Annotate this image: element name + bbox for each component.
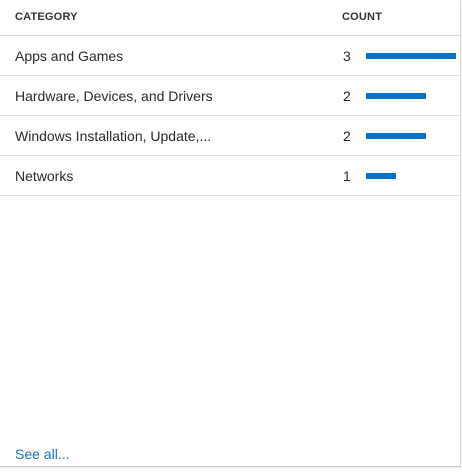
table-row[interactable]: Windows Installation, Update,... 2 bbox=[0, 116, 460, 156]
category-label: Windows Installation, Update,... bbox=[15, 128, 212, 144]
count-bar-fill bbox=[366, 53, 456, 59]
category-column-header: CATEGORY bbox=[15, 11, 78, 23]
table-row[interactable]: Networks 1 bbox=[0, 156, 460, 196]
category-label: Hardware, Devices, and Drivers bbox=[15, 88, 213, 104]
category-label: Apps and Games bbox=[15, 48, 124, 64]
count-bar bbox=[366, 133, 456, 139]
count-value: 2 bbox=[343, 128, 351, 144]
count-bar bbox=[366, 93, 456, 99]
count-bar-fill bbox=[366, 173, 396, 179]
count-bar bbox=[366, 173, 456, 179]
table-row[interactable]: Apps and Games 3 bbox=[0, 36, 460, 76]
count-bar bbox=[366, 53, 456, 59]
count-value: 2 bbox=[343, 88, 351, 104]
count-bar-fill bbox=[366, 93, 426, 99]
category-count-panel: CATEGORY COUNT Apps and Games 3 Hardware… bbox=[0, 0, 461, 467]
table-row[interactable]: Hardware, Devices, and Drivers 2 bbox=[0, 76, 460, 116]
see-all-link[interactable]: See all... bbox=[15, 446, 69, 462]
count-value: 3 bbox=[343, 48, 351, 64]
count-bar-fill bbox=[366, 133, 426, 139]
count-value: 1 bbox=[343, 168, 351, 184]
category-label: Networks bbox=[15, 168, 74, 184]
count-column-header: COUNT bbox=[342, 11, 383, 23]
table-header: CATEGORY COUNT bbox=[0, 0, 460, 36]
